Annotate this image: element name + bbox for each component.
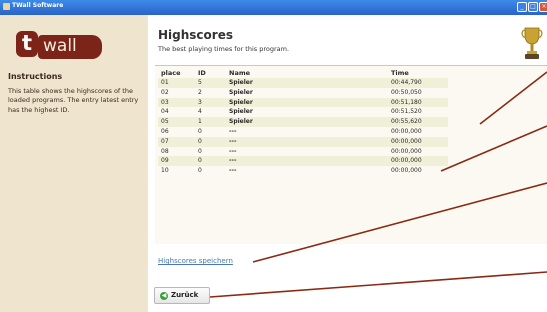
cell-name: Spieler (229, 98, 253, 106)
cell-time: 00:51,180 (391, 98, 422, 106)
window-title: TWall Software (12, 2, 64, 9)
cell-time: 00:00,000 (391, 147, 422, 155)
cell-id: 2 (198, 88, 202, 96)
maximize-button[interactable]: □ (528, 2, 538, 12)
cell-id: 0 (198, 137, 202, 145)
cell-place: 05 (161, 118, 169, 126)
table-row[interactable]: 04 4 Spieler 00:51,520 (158, 107, 448, 117)
cell-place: 02 (161, 88, 169, 96)
cell-place: 01 (161, 79, 169, 86)
table-row[interactable]: 08 0 --- 00:00,000 (158, 147, 448, 157)
page-subtitle: The best playing times for this program. (158, 45, 290, 53)
cell-name: Spieler (229, 79, 253, 86)
back-button-label: Zurück (171, 291, 199, 299)
cell-id: 0 (198, 128, 202, 135)
cell-id: 5 (198, 79, 202, 86)
cell-place: 08 (161, 147, 169, 155)
cell-id: 3 (198, 98, 202, 106)
cell-name: --- (229, 167, 237, 175)
cell-place: 09 (161, 157, 169, 165)
back-arrow-icon: ◀ (160, 292, 168, 300)
cell-name: Spieler (229, 118, 253, 126)
table-row[interactable]: 01 5 Spieler 00:44,790 (158, 78, 448, 88)
cell-time: 00:00,000 (391, 157, 422, 165)
cell-name: Spieler (229, 88, 253, 96)
cell-time: 00:00,000 (391, 137, 422, 145)
table-row[interactable]: 06 0 --- 00:00,000 (158, 127, 448, 137)
table-row[interactable]: 09 0 --- 00:00,000 (158, 156, 448, 167)
cell-time: 00:00,000 (391, 167, 422, 175)
cell-id: 4 (198, 108, 202, 116)
cell-name: --- (229, 128, 237, 135)
cell-id: 1 (198, 118, 202, 126)
table-header-row: place ID Name Time (158, 68, 448, 78)
instructions-heading: Instructions (8, 72, 63, 81)
table-row[interactable]: 05 1 Spieler 00:55,620 (158, 117, 448, 127)
table-row[interactable]: 10 0 --- 00:00,000 (158, 166, 448, 176)
cell-id: 0 (198, 147, 202, 155)
cell-time: 00:55,620 (391, 118, 422, 126)
title-bar[interactable]: TWall Software _ □ × (0, 0, 547, 15)
close-button[interactable]: × (539, 2, 547, 12)
cell-time: 00:44,790 (391, 79, 422, 86)
sidebar (0, 15, 148, 312)
cell-time: 00:00,000 (391, 128, 422, 135)
cell-place: 04 (161, 108, 169, 116)
cell-name: --- (229, 147, 237, 155)
back-button[interactable]: ◀ Zurück (154, 287, 210, 304)
cell-id: 0 (198, 167, 202, 175)
cell-place: 07 (161, 137, 169, 145)
header-place: place (161, 69, 181, 77)
cell-time: 00:50,050 (391, 88, 422, 96)
cell-place: 03 (161, 98, 169, 106)
callout-line (209, 271, 547, 298)
page-title: Highscores (158, 28, 233, 42)
app-icon (3, 3, 10, 10)
table-row[interactable]: 07 0 --- 00:00,000 (158, 136, 448, 147)
highscore-table[interactable]: place ID Name Time 01 5 Spieler 00:44,790 02… (155, 65, 547, 244)
trophy-icon (521, 27, 543, 59)
app-window: TWall Software _ □ × t wall Instructions… (0, 0, 547, 312)
logo-text: wall (38, 35, 102, 59)
cell-name: --- (229, 137, 237, 145)
cell-id: 0 (198, 157, 202, 165)
cell-time: 00:51,520 (391, 108, 422, 116)
minimize-button[interactable]: _ (517, 2, 527, 12)
cell-place: 06 (161, 128, 169, 135)
cell-name: --- (229, 157, 237, 165)
table-row[interactable]: 03 3 Spieler 00:51,180 (158, 97, 448, 108)
save-highscores-link[interactable]: Highscores speichern (158, 257, 233, 265)
header-time: Time (391, 69, 409, 77)
logo-mark: t (16, 31, 38, 57)
header-name: Name (229, 69, 251, 77)
instructions-text: This table shows the highscores of the l… (8, 87, 139, 114)
cell-place: 10 (161, 167, 169, 175)
cell-name: Spieler (229, 108, 253, 116)
table-row[interactable]: 02 2 Spieler 00:50,050 (158, 88, 448, 98)
header-id: ID (198, 69, 206, 77)
